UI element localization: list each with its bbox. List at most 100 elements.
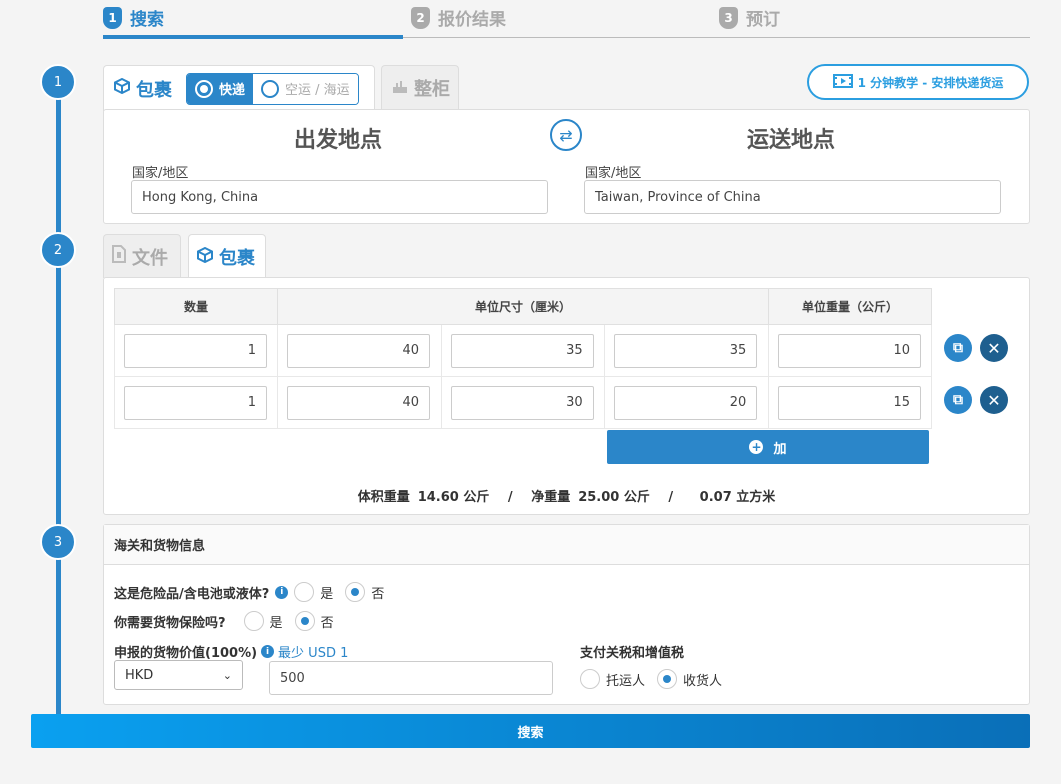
- insurance-question: 你需要货物保险吗? 是 否: [114, 611, 340, 631]
- air-sea-option[interactable]: 空运 / 海运: [253, 73, 358, 104]
- yes-label: 是: [269, 615, 283, 631]
- width-input[interactable]: 35: [450, 333, 594, 368]
- section-marker-2: 2: [40, 232, 76, 268]
- customs-panel: 海关和货物信息 这是危险品/含电池或液体? i 是 否 你需要货物保险吗? 是 …: [103, 524, 1030, 705]
- destination-country-label: 国家/地区: [585, 166, 642, 181]
- dangerous-yes-radio[interactable]: [294, 582, 315, 602]
- radio-icon: [195, 79, 213, 98]
- insurance-no-radio[interactable]: [294, 611, 315, 631]
- plus-icon: +: [749, 440, 764, 454]
- delete-row-button[interactable]: ✕: [980, 334, 1008, 362]
- dimensions-table: 数量 单位尺寸（厘米） 单位重量（公斤） 1 40 35 35 10 1 40 …: [114, 288, 932, 429]
- chevron-down-icon: ⌄: [222, 668, 232, 682]
- row-actions: ⧉ ✕: [944, 334, 1008, 362]
- header-unit-size: 单位尺寸（厘米）: [277, 288, 769, 325]
- step-label: 搜索: [130, 10, 164, 30]
- quantity-input[interactable]: 1: [124, 385, 267, 420]
- step-number: 1: [103, 6, 122, 29]
- radio-icon: [261, 79, 280, 98]
- origin-country-label: 国家/地区: [132, 166, 189, 181]
- insurance-yes-radio[interactable]: [243, 611, 264, 631]
- tutorial-video-button[interactable]: 1 分钟教学 - 安排快递货运: [807, 64, 1029, 100]
- info-icon[interactable]: i: [275, 585, 289, 599]
- tab-document[interactable]: 文件: [103, 234, 181, 278]
- tab-package[interactable]: 包裹 快递 空运 / 海运: [103, 65, 375, 111]
- weight-input[interactable]: 10: [778, 333, 921, 368]
- row-actions: ⧉ ✕: [944, 386, 1008, 414]
- yes-label: 是: [320, 586, 334, 602]
- length-input[interactable]: 40: [287, 385, 430, 420]
- section-timeline: [56, 82, 61, 722]
- info-icon[interactable]: i: [261, 645, 275, 658]
- box-icon: [197, 246, 213, 268]
- tab-package-label: 包裹: [136, 79, 172, 101]
- dangerous-no-radio[interactable]: [345, 582, 366, 602]
- duties-payer-options: 托运人 收货人: [580, 669, 728, 689]
- close-icon: ✕: [987, 338, 1001, 358]
- table-row: 1 40 30 20 15: [114, 376, 932, 429]
- section-marker-3: 3: [40, 524, 76, 560]
- copy-row-button[interactable]: ⧉: [944, 386, 972, 414]
- dangerous-goods-question: 这是危险品/含电池或液体? i 是 否: [114, 582, 390, 602]
- tab-container[interactable]: 整柜: [381, 65, 459, 110]
- step-booking: 3 预订: [719, 5, 780, 30]
- origin-title: 出发地点: [294, 128, 383, 153]
- separator: /: [668, 490, 674, 505]
- section-marker-1: 1: [40, 64, 76, 100]
- height-input[interactable]: 20: [614, 385, 758, 420]
- origin-country-input[interactable]: Hong Kong, China: [131, 180, 548, 214]
- table-row: 1 40 35 35 10: [114, 324, 932, 377]
- express-label: 快递: [219, 83, 246, 98]
- declared-value-input[interactable]: 500: [269, 661, 553, 695]
- length-input[interactable]: 40: [287, 333, 430, 368]
- consignee-radio[interactable]: [657, 669, 678, 689]
- net-weight-label: 净重量: [531, 490, 571, 505]
- no-label: 否: [371, 586, 385, 602]
- swap-icon: ⇄: [559, 125, 573, 145]
- container-icon: [392, 78, 408, 99]
- volumetric-weight-value: 14.60 公斤: [417, 490, 490, 505]
- header-quantity: 数量: [114, 288, 278, 325]
- tutorial-label: 1 分钟教学 - 安排快递货运: [857, 75, 1004, 90]
- tab-container-label: 整柜: [414, 79, 450, 100]
- shipping-mode-toggle: 快递 空运 / 海运: [186, 72, 359, 105]
- close-icon: ✕: [987, 390, 1001, 410]
- weight-input[interactable]: 15: [778, 385, 921, 420]
- volumetric-weight-label: 体积重量: [357, 490, 410, 505]
- shipper-radio[interactable]: [580, 669, 600, 689]
- tab-package-contents-label: 包裹: [219, 248, 255, 269]
- step-number: 2: [411, 6, 430, 29]
- cubic-meters-value: 0.07 立方米: [699, 490, 776, 505]
- step-label: 预订: [746, 10, 780, 30]
- swap-locations-button[interactable]: ⇄: [550, 119, 582, 151]
- destination-country-input[interactable]: Taiwan, Province of China: [584, 180, 1001, 214]
- shipper-label: 托运人: [606, 673, 646, 689]
- film-icon: [832, 73, 853, 91]
- search-button[interactable]: 搜索: [31, 714, 1030, 748]
- add-row-label: 加: [773, 441, 787, 457]
- insurance-label: 你需要货物保险吗?: [114, 615, 226, 631]
- minimum-value-note: 最少 USD 1: [278, 646, 349, 661]
- copy-icon: ⧉: [953, 392, 963, 408]
- tab-package-contents[interactable]: 包裹: [188, 234, 266, 279]
- consignee-label: 收货人: [683, 673, 723, 689]
- step-label: 报价结果: [438, 10, 506, 30]
- tab-document-label: 文件: [132, 247, 168, 269]
- dimensions-panel: 数量 单位尺寸（厘米） 单位重量（公斤） 1 40 35 35 10 1 40 …: [103, 277, 1030, 515]
- currency-value: HKD: [125, 667, 154, 683]
- separator: /: [507, 490, 513, 505]
- quantity-input[interactable]: 1: [124, 333, 267, 368]
- height-input[interactable]: 35: [614, 333, 758, 368]
- delete-row-button[interactable]: ✕: [980, 386, 1008, 414]
- step-number: 3: [719, 6, 738, 29]
- duties-label: 支付关税和增值税: [580, 646, 685, 661]
- width-input[interactable]: 30: [450, 385, 594, 420]
- add-row-button[interactable]: + 加: [607, 430, 929, 464]
- copy-row-button[interactable]: ⧉: [944, 334, 972, 362]
- currency-select[interactable]: HKD ⌄: [114, 660, 243, 690]
- dangerous-goods-label: 这是危险品/含电池或液体?: [114, 586, 270, 602]
- express-option[interactable]: 快递: [187, 73, 254, 104]
- declared-value-label-row: 申报的货物价值(100%) i 最少 USD 1: [114, 642, 348, 661]
- active-step-indicator: [103, 35, 403, 39]
- air-sea-label: 空运 / 海运: [285, 83, 350, 98]
